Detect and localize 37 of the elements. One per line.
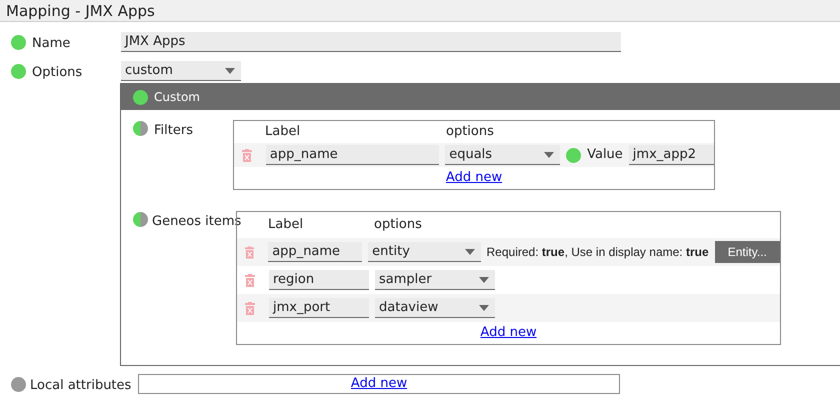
trash-icon[interactable] — [245, 302, 255, 314]
trash-icon[interactable] — [242, 148, 252, 162]
dropdown[interactable]: custom — [121, 61, 241, 81]
field-label: options — [446, 123, 494, 142]
add-new-link[interactable]: Add new — [350, 374, 408, 394]
panel-title: Custom — [154, 89, 200, 106]
field-label: Value — [587, 146, 623, 164]
dropdown[interactable]: dataview — [375, 298, 495, 318]
field-label: Local attributes — [30, 378, 132, 393]
caret-icon — [479, 276, 489, 282]
text-field[interactable]: app_name — [266, 145, 440, 165]
text-field[interactable]: region — [269, 270, 369, 290]
field-label: Label — [265, 123, 302, 142]
entity-button[interactable]: Entity... — [714, 241, 780, 263]
field-label: options — [374, 216, 422, 234]
text-field[interactable]: jmx_app2 — [628, 145, 714, 165]
field-label: Geneos items — [152, 213, 242, 231]
caret-icon — [544, 152, 554, 158]
text-field[interactable]: app_name — [268, 242, 362, 262]
text-field[interactable]: jmx_port — [269, 298, 369, 318]
field-label: Filters — [154, 122, 193, 140]
window-title: Mapping - JMX Apps — [6, 0, 155, 22]
trash-icon[interactable] — [245, 246, 254, 258]
add-new-link[interactable]: Add new — [480, 323, 537, 343]
item-details: Required: true, Use in display name: true — [486, 244, 709, 261]
dropdown[interactable]: entity — [368, 242, 481, 262]
field-label: Label — [268, 216, 304, 234]
text-field[interactable]: JMX Apps — [121, 32, 621, 52]
add-new-link[interactable]: Add new — [446, 168, 502, 188]
caret-icon — [225, 68, 235, 74]
caret-icon — [464, 248, 475, 254]
dropdown[interactable]: equals — [445, 145, 560, 165]
field-label: Name — [32, 36, 70, 51]
field-label: Options — [32, 65, 82, 80]
trash-icon[interactable] — [245, 274, 255, 286]
dropdown[interactable]: sampler — [375, 270, 495, 290]
caret-icon — [479, 304, 489, 310]
